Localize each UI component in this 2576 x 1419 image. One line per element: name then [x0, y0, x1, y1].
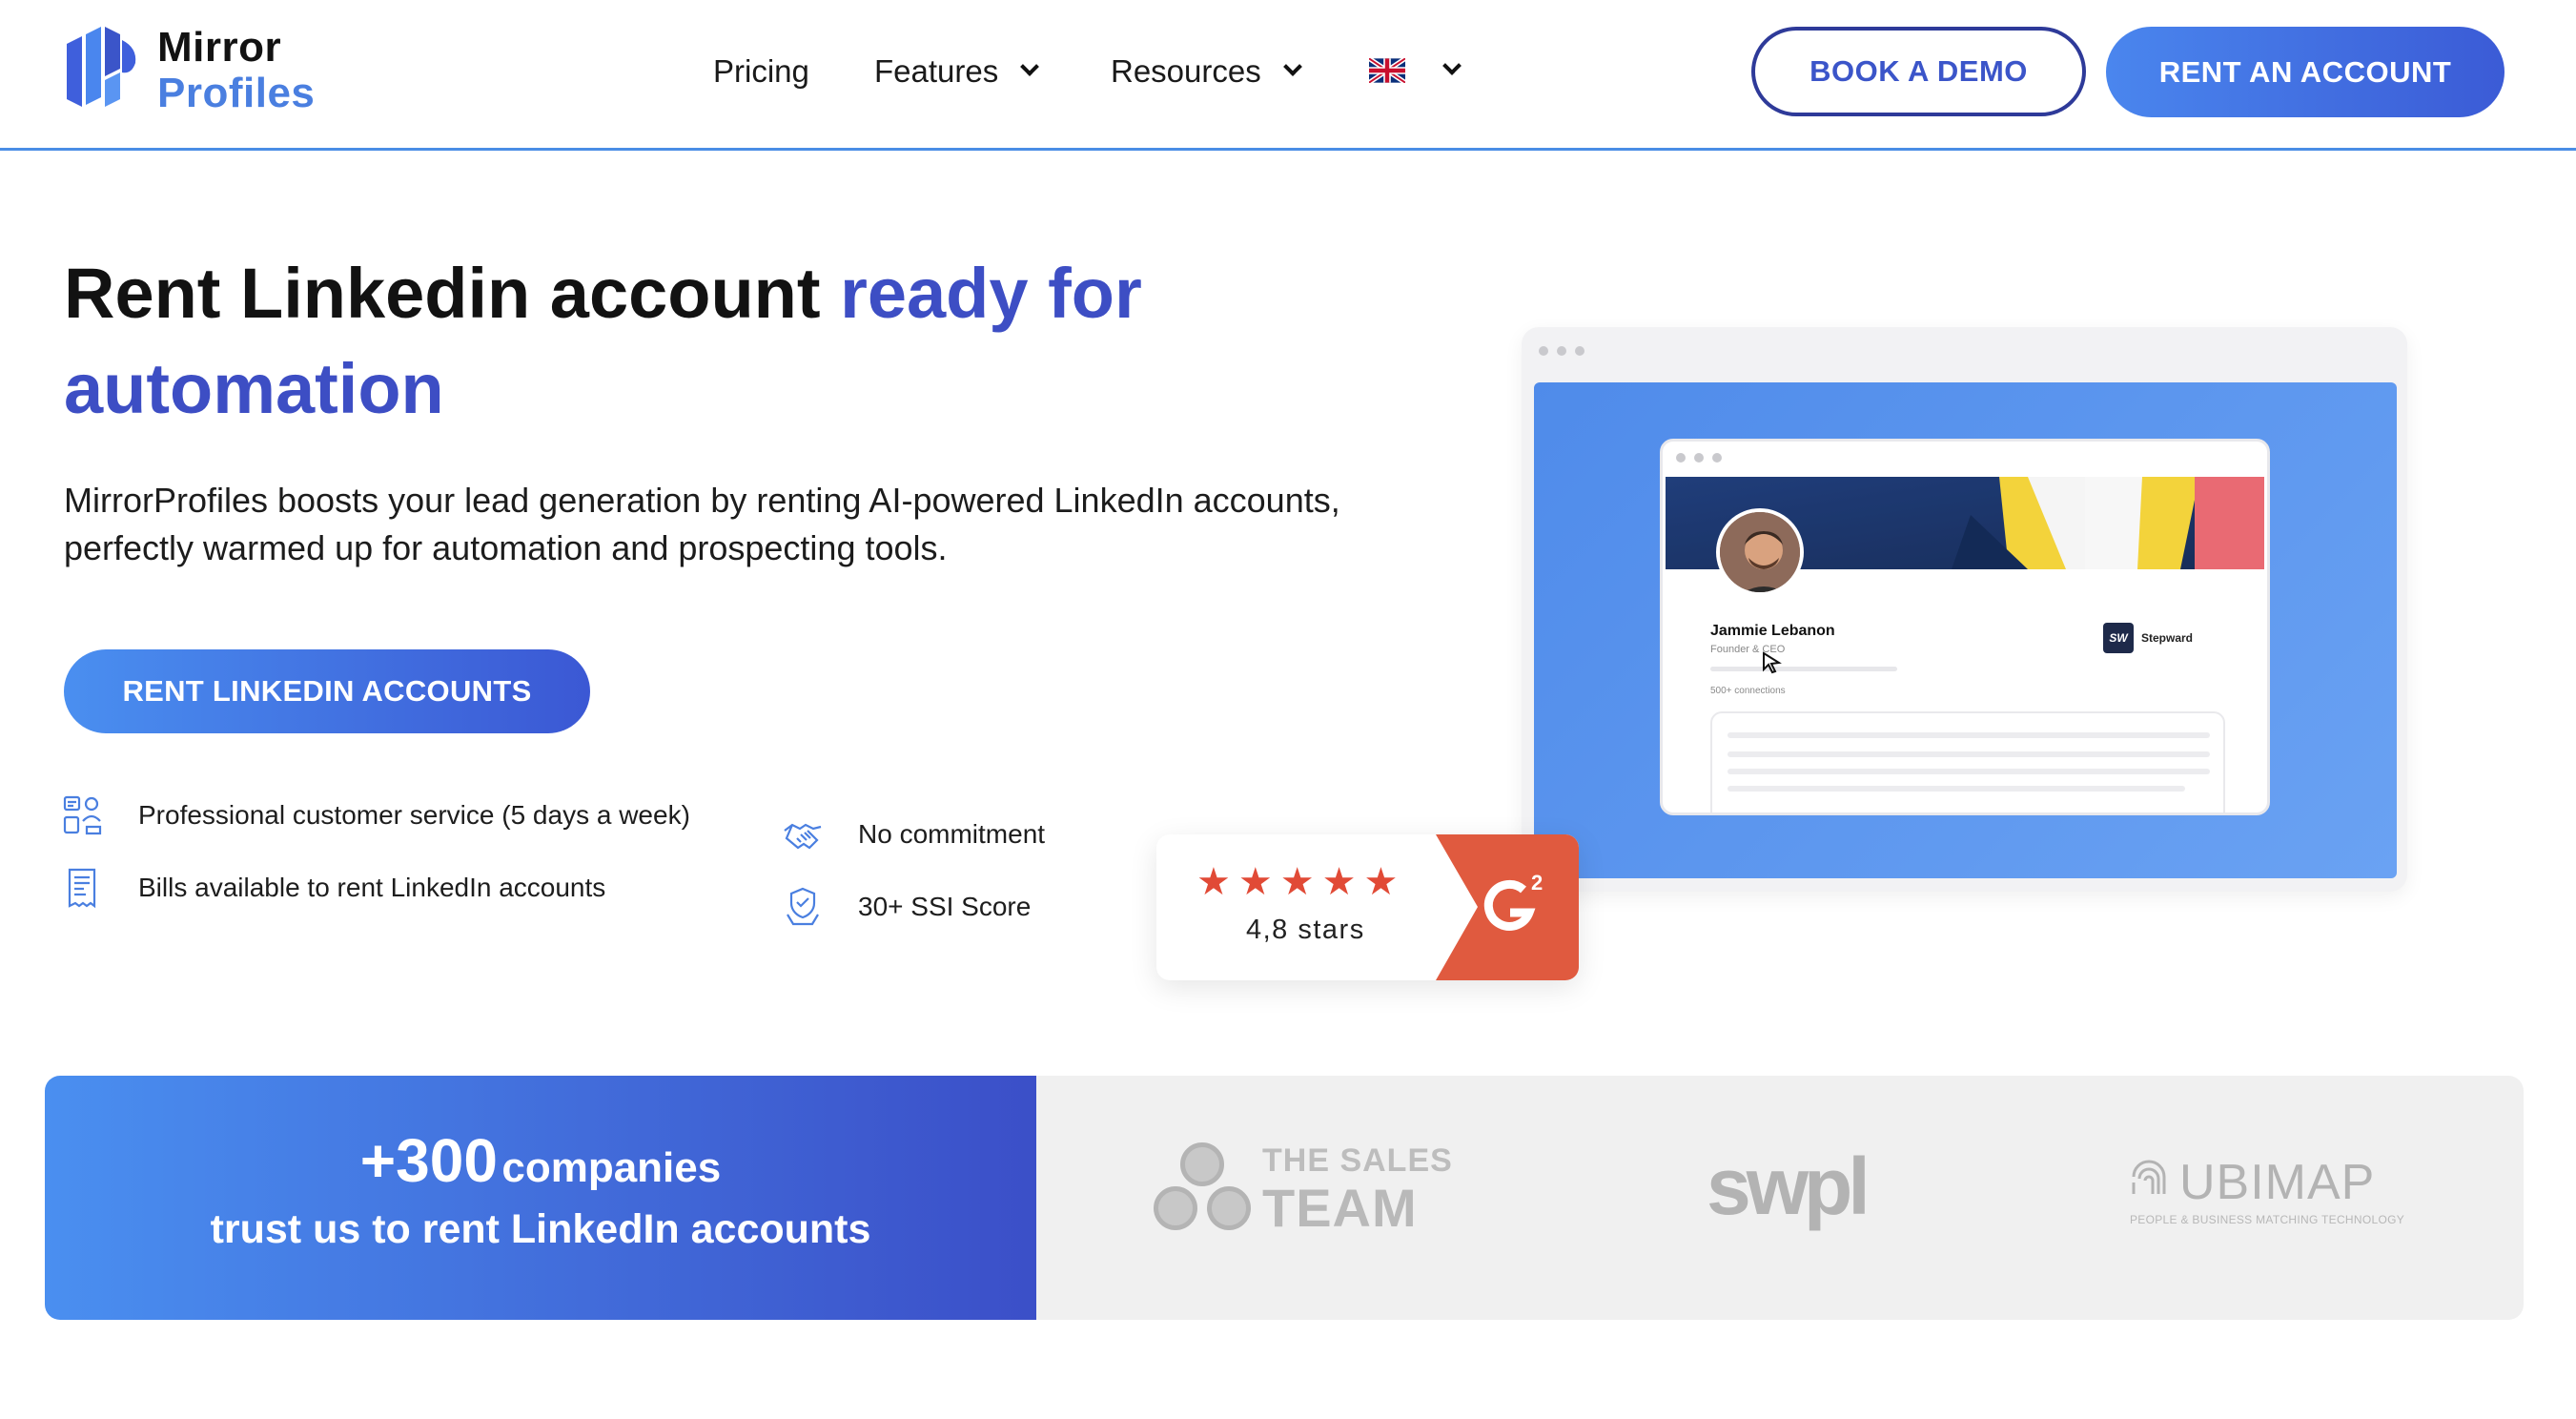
language-selector[interactable] — [1369, 56, 1462, 83]
rent-account-button[interactable]: RENT AN ACCOUNT — [2106, 27, 2504, 117]
trust-subline: trust us to rent LinkedIn accounts — [210, 1206, 871, 1252]
rent-linkedin-accounts-button[interactable]: RENT LINKEDIN ACCOUNTS — [64, 649, 590, 733]
nav-resources[interactable]: Resources — [1111, 52, 1302, 91]
post-placeholder — [1710, 711, 2225, 812]
cursor-icon — [1763, 651, 1782, 674]
trust-headline: +300 companies — [45, 1125, 1036, 1196]
feature-text: Professional customer service (5 days a … — [138, 800, 690, 830]
feature-bills: Bills available to rent LinkedIn account… — [62, 867, 605, 909]
g2-rating-badge: ★ ★ ★ ★ ★ 4,8 stars 2 — [1156, 834, 1579, 980]
site-header: Mirror Profiles Pricing Features Resourc… — [0, 0, 2576, 151]
company-logo-icon: SW — [2103, 623, 2134, 653]
star-rating: ★ ★ ★ ★ ★ — [1196, 863, 1398, 901]
star-icon: ★ — [1321, 861, 1357, 903]
g2-icon: 2 — [1436, 834, 1579, 980]
company-count: +300 — [359, 1126, 498, 1195]
handshake-icon — [784, 823, 822, 850]
star-icon: ★ — [1196, 861, 1231, 903]
feature-no-commitment: No commitment — [782, 813, 1045, 855]
ssi-score-icon — [787, 887, 819, 926]
svg-text:2: 2 — [1531, 871, 1543, 895]
bill-icon — [68, 868, 96, 909]
linkedin-profile-card: Jammie Lebanon Founder & CEO 500+ connec… — [1660, 439, 2270, 815]
feature-text: 30+ SSI Score — [858, 892, 1032, 921]
circle-mark — [1207, 1186, 1251, 1230]
avatar — [1716, 508, 1804, 596]
logo-text: Mirror Profiles — [157, 25, 315, 116]
star-icon: ★ — [1363, 861, 1399, 903]
nav-pricing[interactable]: Pricing — [713, 52, 809, 91]
window-dots — [1676, 453, 1722, 463]
company-name: Stepward — [2141, 631, 2194, 645]
logo-line2: Profiles — [157, 70, 316, 116]
hero-title-plain: Rent Linkedin account — [64, 254, 841, 333]
placeholder-line — [1710, 667, 1897, 671]
mirror-profiles-logo-icon — [67, 27, 136, 107]
trust-banner — [45, 1076, 1036, 1320]
nav-resources-label: Resources — [1111, 53, 1261, 89]
feature-customer-service: Professional customer service (5 days a … — [62, 794, 690, 836]
star-icon: ★ — [1237, 861, 1273, 903]
company-count-suffix: companies — [501, 1144, 722, 1191]
hero-subtitle: MirrorProfiles boosts your lead generati… — [64, 481, 1340, 567]
chevron-down-icon — [1442, 56, 1462, 75]
circle-mark — [1180, 1142, 1224, 1186]
profile-connections: 500+ connections — [1710, 686, 1786, 696]
uk-flag-icon — [1369, 58, 1405, 83]
nav-features-label: Features — [874, 53, 999, 89]
nav-features[interactable]: Features — [874, 52, 1040, 91]
ubimap-text: UBIMAP — [2179, 1155, 2376, 1210]
profile-name: Jammie Lebanon — [1710, 623, 1835, 639]
customer-service-icon — [63, 795, 102, 835]
rating-text: 4,8 stars — [1246, 915, 1365, 945]
fingerprint-icon — [2132, 1160, 2166, 1194]
circle-mark — [1154, 1186, 1197, 1230]
hero-title: Rent Linkedin account ready for automati… — [64, 246, 1303, 437]
chevron-down-icon — [1020, 57, 1040, 76]
logo-line1: Mirror — [157, 24, 282, 71]
feature-text: No commitment — [858, 819, 1046, 849]
sales-team-top-text: THE SALES — [1262, 1142, 1453, 1179]
swpl-logo: swpl — [1707, 1141, 1871, 1231]
profile-company: SW Stepward — [2103, 623, 2193, 653]
nav-pricing-label: Pricing — [713, 53, 809, 89]
book-demo-button[interactable]: BOOK A DEMO — [1751, 27, 2086, 116]
feature-ssi-score: 30+ SSI Score — [782, 886, 1031, 928]
sales-team-bottom-text: TEAM — [1262, 1178, 1418, 1238]
chevron-down-icon — [1282, 57, 1302, 76]
logo-link[interactable]: Mirror Profiles — [61, 25, 347, 120]
star-icon: ★ — [1279, 861, 1315, 903]
feature-text: Bills available to rent LinkedIn account… — [138, 873, 606, 902]
ubimap-tagline: PEOPLE & BUSINESS MATCHING TECHNOLOGY — [2130, 1213, 2405, 1226]
window-dots — [1539, 346, 1584, 356]
